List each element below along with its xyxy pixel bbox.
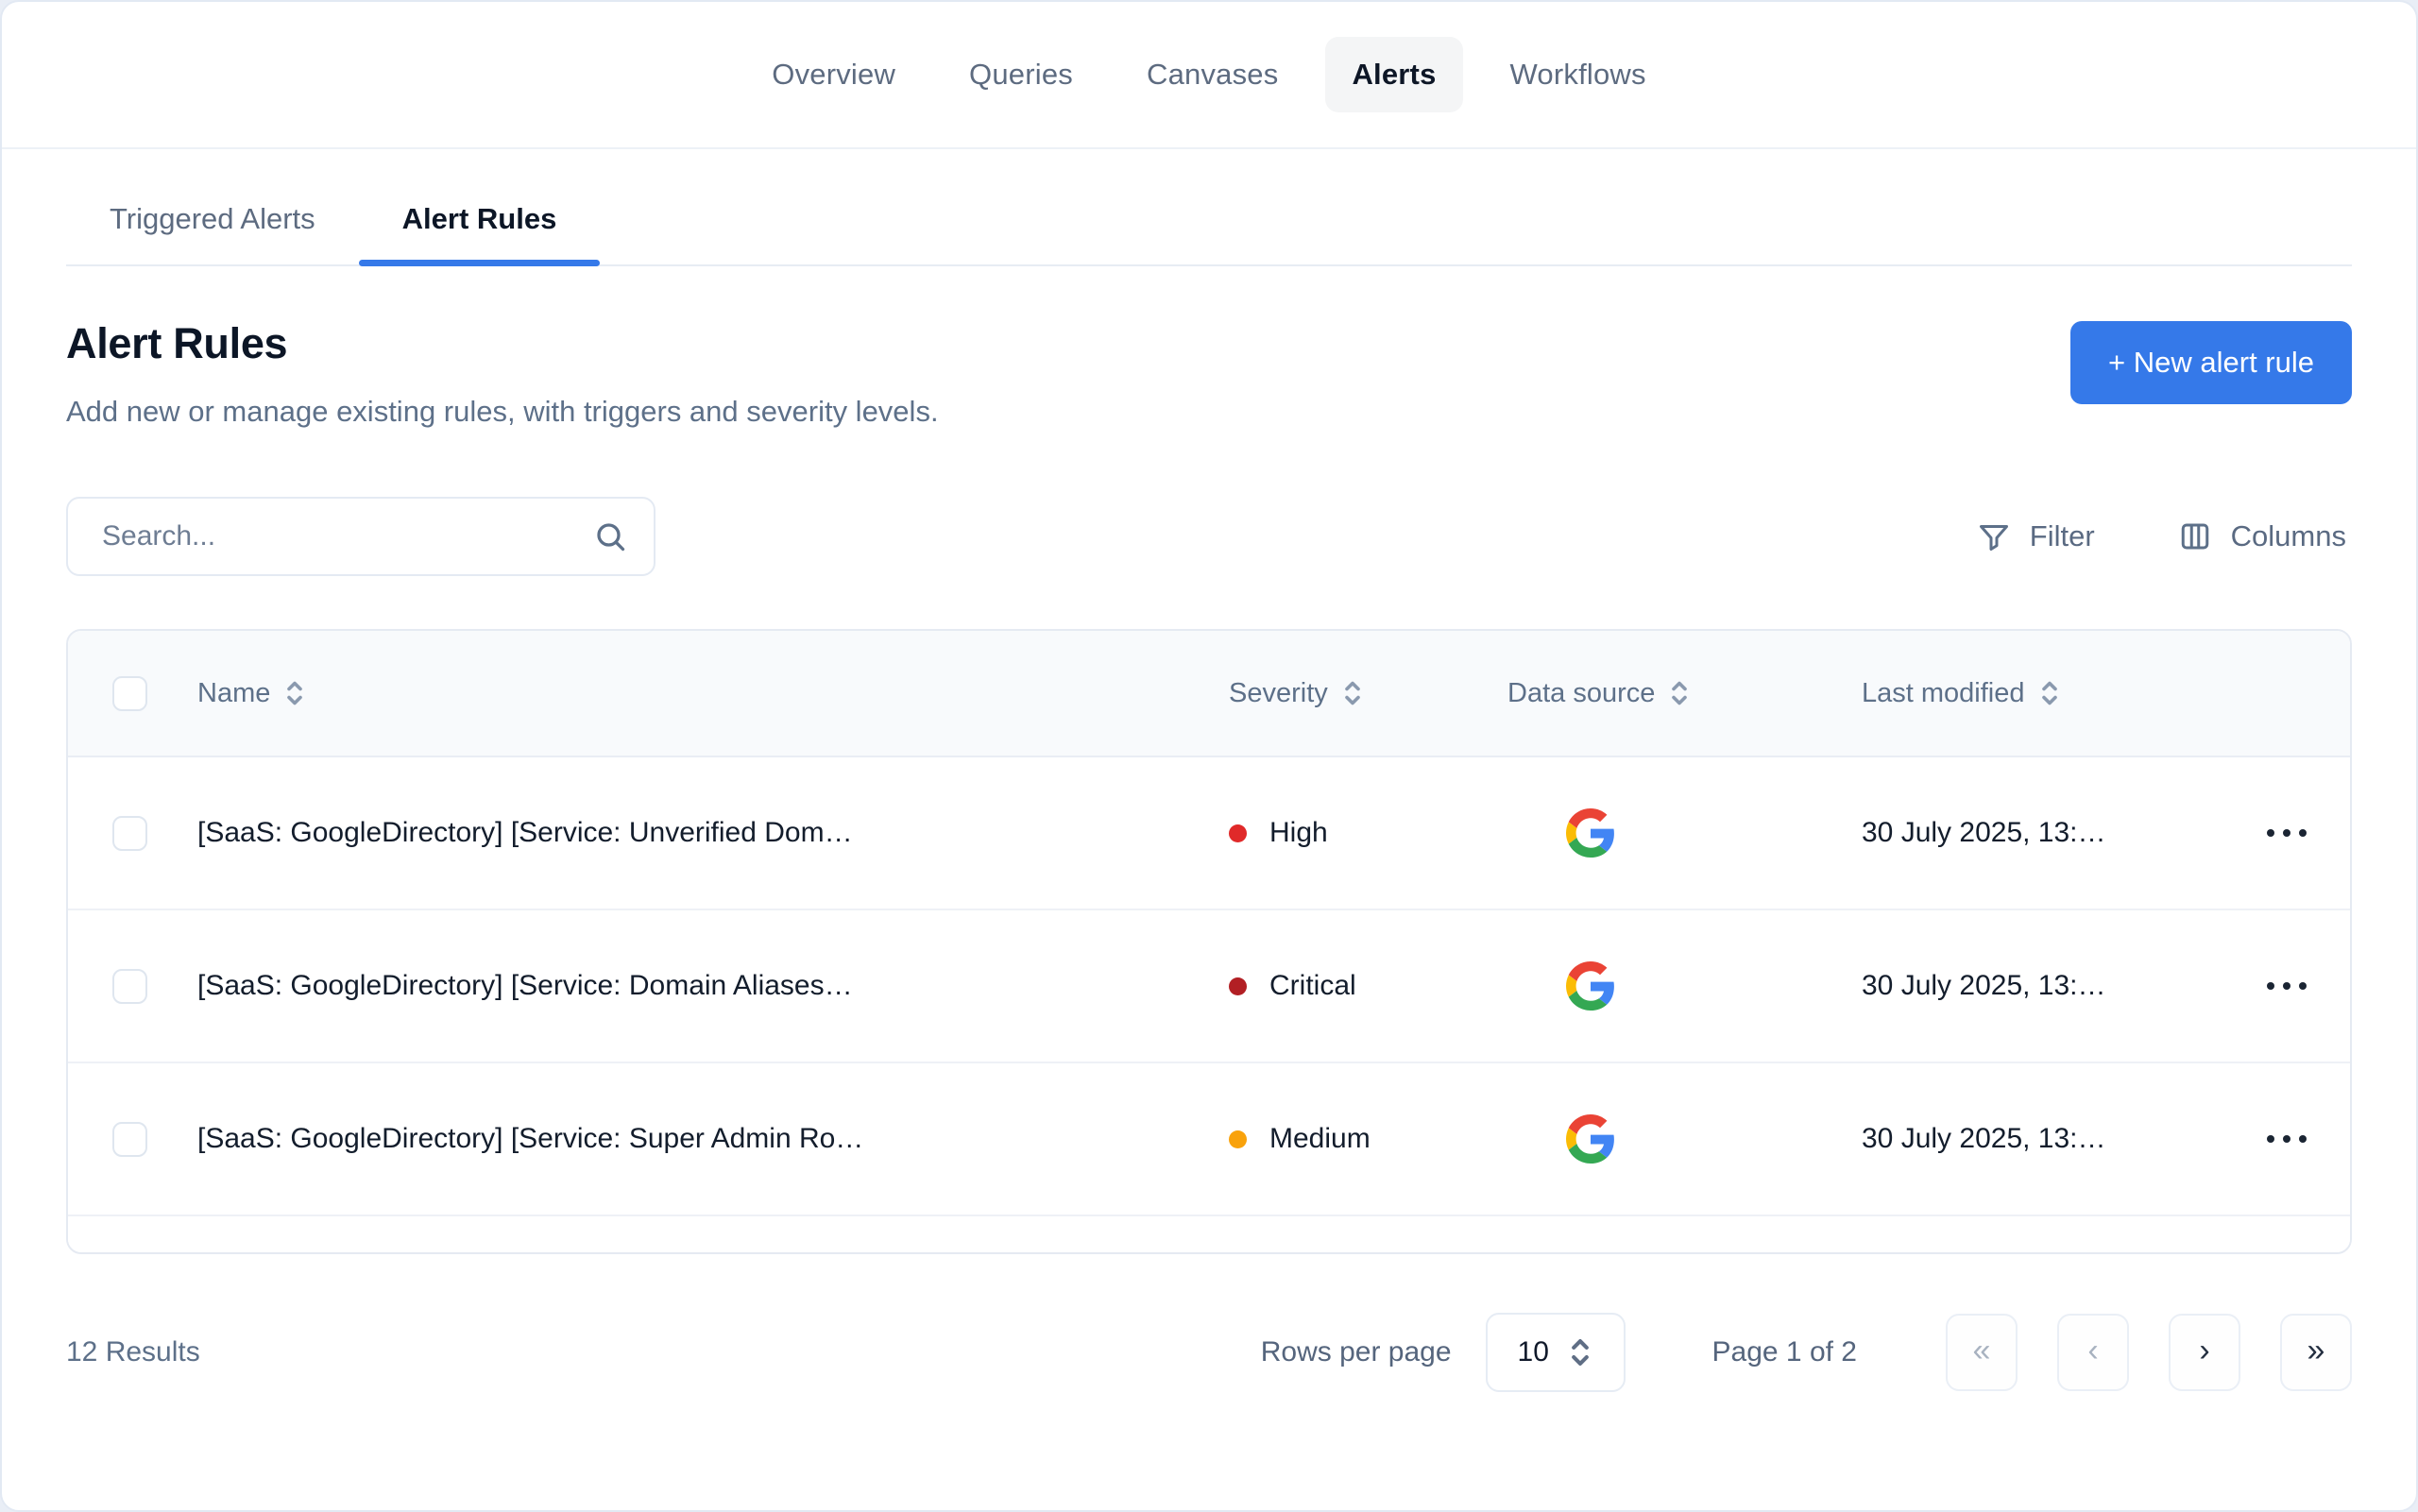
nav-tab-workflows[interactable]: Workflows (1484, 37, 1673, 112)
row-checkbox[interactable] (112, 969, 147, 1004)
search-box[interactable] (66, 497, 656, 576)
row-actions-icon (2267, 982, 2274, 990)
sort-icon (2040, 679, 2059, 707)
severity-dot (1229, 824, 1247, 842)
rule-name: [SaaS: GoogleDirectory] [Service: Super … (197, 1123, 1229, 1155)
nav-tab-overview[interactable]: Overview (745, 37, 922, 112)
results-count: 12 Results (66, 1336, 200, 1368)
page-header: Alert Rules Add new or manage existing r… (66, 319, 2352, 429)
row-actions-button[interactable] (2254, 1122, 2320, 1156)
google-logo-icon (1566, 1114, 1615, 1164)
table-bottom-spacer (68, 1216, 2350, 1252)
nav-tab-canvases[interactable]: Canvases (1120, 37, 1304, 112)
table-toolbar: Filter Columns (66, 497, 2352, 576)
rule-name: [SaaS: GoogleDirectory] [Service: Domain… (197, 970, 1229, 1002)
rows-per-page-value: 10 (1518, 1336, 1549, 1368)
row-checkbox[interactable] (112, 1122, 147, 1157)
rule-name: [SaaS: GoogleDirectory] [Service: Unveri… (197, 817, 1229, 849)
columns-label: Columns (2231, 519, 2346, 553)
column-header-severity[interactable]: Severity (1229, 678, 1507, 709)
column-header-name[interactable]: Name (197, 678, 1229, 709)
previous-page-button[interactable]: ‹ (2057, 1314, 2129, 1391)
table-row[interactable]: [SaaS: GoogleDirectory] [Service: Unveri… (68, 757, 2350, 910)
filter-icon (1977, 519, 2011, 553)
app-window: Overview Queries Canvases Alerts Workflo… (0, 0, 2418, 1512)
google-logo-icon (1566, 961, 1615, 1011)
rows-per-page-label: Rows per page (1261, 1336, 1452, 1368)
last-modified: 30 July 2025, 13:… (1862, 817, 2223, 849)
pagination-controls: « ‹ › » (1946, 1314, 2352, 1391)
select-all-checkbox[interactable] (112, 676, 147, 711)
nav-tab-queries[interactable]: Queries (943, 37, 1099, 112)
row-actions-icon (2267, 829, 2274, 837)
page-subtitle: Add new or manage existing rules, with t… (66, 395, 939, 429)
row-actions-button[interactable] (2254, 816, 2320, 850)
alert-rules-table: Name Severity Data source (66, 629, 2352, 1254)
sort-icon (1343, 679, 1362, 707)
last-modified: 30 July 2025, 13:… (1862, 1123, 2223, 1155)
row-actions-icon (2267, 1135, 2274, 1143)
alerts-subtabs: Triggered Alerts Alert Rules (66, 178, 2352, 266)
sort-icon (1670, 679, 1689, 707)
last-page-button[interactable]: » (2280, 1314, 2352, 1391)
table-row[interactable]: [SaaS: GoogleDirectory] [Service: Super … (68, 1063, 2350, 1216)
row-checkbox[interactable] (112, 816, 147, 851)
top-navigation: Overview Queries Canvases Alerts Workflo… (2, 2, 2416, 149)
page-title: Alert Rules (66, 319, 939, 368)
search-input[interactable] (100, 519, 593, 553)
columns-button[interactable]: Columns (2172, 518, 2352, 554)
first-page-button[interactable]: « (1946, 1314, 2018, 1391)
google-logo-icon (1566, 808, 1615, 858)
filter-label: Filter (2030, 519, 2095, 553)
severity-label: Critical (1269, 970, 1356, 1002)
severity-dot (1229, 1130, 1247, 1148)
column-header-last-modified[interactable]: Last modified (1862, 678, 2223, 709)
select-chevrons-icon (1570, 1336, 1591, 1368)
table-body: [SaaS: GoogleDirectory] [Service: Unveri… (68, 757, 2350, 1216)
table-header-row: Name Severity Data source (68, 631, 2350, 757)
tab-alert-rules[interactable]: Alert Rules (359, 178, 601, 264)
filter-button[interactable]: Filter (1971, 518, 2101, 554)
severity-label: Medium (1269, 1123, 1371, 1155)
severity-dot (1229, 977, 1247, 995)
main-content: Alert Rules Add new or manage existing r… (2, 319, 2416, 1392)
last-modified: 30 July 2025, 13:… (1862, 970, 2223, 1002)
table-row[interactable]: [SaaS: GoogleDirectory] [Service: Domain… (68, 910, 2350, 1063)
rows-per-page-select[interactable]: 10 (1486, 1313, 1626, 1392)
columns-icon (2178, 519, 2212, 553)
row-actions-button[interactable] (2254, 969, 2320, 1003)
next-page-button[interactable]: › (2169, 1314, 2240, 1391)
tab-triggered-alerts[interactable]: Triggered Alerts (66, 178, 359, 264)
search-icon (593, 519, 627, 553)
severity-label: High (1269, 817, 1328, 849)
table-footer: 12 Results Rows per page 10 Page 1 of 2 … (66, 1313, 2352, 1392)
nav-tab-alerts[interactable]: Alerts (1325, 37, 1462, 112)
page-indicator: Page 1 of 2 (1712, 1336, 1857, 1368)
column-header-data-source[interactable]: Data source (1507, 678, 1862, 709)
sort-icon (285, 679, 304, 707)
new-alert-rule-button[interactable]: + New alert rule (2070, 321, 2352, 404)
